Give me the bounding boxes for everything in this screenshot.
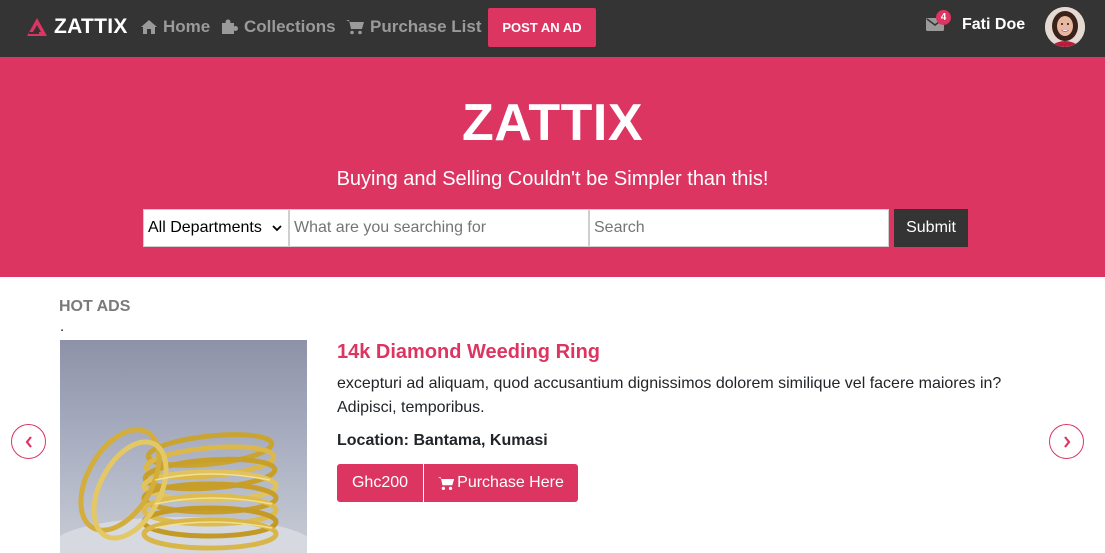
brand-name: ZATTIX	[54, 15, 128, 38]
hot-ads-heading: HOT ADS	[59, 298, 131, 315]
carousel-next-button[interactable]	[1049, 424, 1084, 459]
hero-title: ZATTIX	[461, 94, 644, 152]
brand-triangle-icon	[27, 18, 47, 36]
mail-count-badge: 4	[936, 10, 951, 25]
puzzle-icon	[222, 19, 238, 34]
cart-icon	[346, 20, 364, 35]
nav-home-link[interactable]: Home	[140, 17, 210, 37]
ad-location: Location: Bantama, Kumasi	[337, 432, 548, 449]
user-avatar[interactable]	[1045, 7, 1085, 47]
post-ad-button[interactable]: POST AN AD	[488, 8, 596, 47]
purchase-button[interactable]: Purchase Here	[424, 464, 578, 502]
user-name[interactable]: Fati Doe	[962, 16, 1025, 34]
chevron-right-icon	[1063, 435, 1070, 448]
cart-icon	[438, 476, 455, 490]
ad-image-rings[interactable]	[60, 340, 307, 553]
search-bar: All Departments Submit	[143, 209, 968, 247]
department-select[interactable]: All Departments	[143, 209, 289, 247]
ad-description: excepturi ad aliquam, quod accusantium d…	[337, 375, 1002, 416]
chevron-down-icon	[272, 224, 282, 231]
submit-button[interactable]: Submit	[894, 209, 968, 247]
purchase-button-label: Purchase Here	[457, 474, 564, 491]
brand-logo[interactable]: ZATTIX	[26, 15, 128, 39]
nav-collections-link[interactable]: Collections	[221, 17, 336, 37]
department-select-value: All Departments	[148, 219, 262, 236]
hero-banner: ZATTIX Buying and Selling Couldn't be Si…	[0, 57, 1105, 277]
nav-purchase-list-link[interactable]: Purchase List	[346, 17, 482, 37]
hot-ads-dot: .	[60, 318, 65, 335]
carousel-prev-button[interactable]	[11, 424, 46, 459]
chevron-left-icon	[25, 435, 32, 448]
ad-price-button[interactable]: Ghc200	[337, 464, 423, 502]
ad-title[interactable]: 14k Diamond Weeding Ring	[337, 341, 600, 364]
nav-collections-label: Collections	[244, 17, 336, 36]
nav-purchase-list-label: Purchase List	[370, 17, 482, 36]
hero-subtitle: Buying and Selling Couldn't be Simpler t…	[336, 168, 769, 190]
home-icon	[141, 20, 157, 34]
keyword-search-input[interactable]	[289, 209, 589, 247]
top-navbar: ZATTIX Home Collections Purchase List PO…	[0, 0, 1105, 57]
location-search-input[interactable]	[589, 209, 889, 247]
nav-home-label: Home	[163, 17, 211, 36]
